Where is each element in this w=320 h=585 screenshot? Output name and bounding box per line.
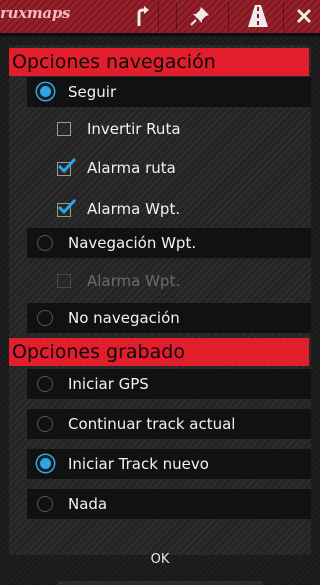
toolbar-divider xyxy=(228,2,229,30)
ok-button[interactable]: OK xyxy=(0,538,320,582)
checkbox-option-alarma-wpt[interactable]: Alarma Wpt. xyxy=(45,194,311,224)
section-header-recording: Opciones grabado xyxy=(9,338,309,366)
option-label: No navegación xyxy=(68,309,180,327)
radio-option-iniciar-track-nuevo[interactable]: Iniciar Track nuevo xyxy=(27,449,311,479)
checkbox-option-alarma-ruta[interactable]: Alarma ruta xyxy=(45,153,311,183)
toolbar-divider xyxy=(176,2,177,30)
radio-button[interactable] xyxy=(37,310,53,326)
road-icon[interactable] xyxy=(242,2,274,30)
radio-option-continuar-track[interactable]: Continuar track actual xyxy=(27,409,311,439)
radio-button[interactable] xyxy=(37,496,53,512)
checkmark-icon xyxy=(57,157,77,174)
toolbar-divider xyxy=(283,2,284,30)
toolbar-divider xyxy=(158,2,159,30)
option-label: Navegación Wpt. xyxy=(68,234,197,252)
radio-button[interactable] xyxy=(37,455,54,472)
radio-option-navegacion-wpt[interactable]: Navegación Wpt. xyxy=(27,228,311,258)
radio-option-no-navegacion[interactable]: No navegación xyxy=(27,303,311,333)
radio-option-iniciar-gps[interactable]: Iniciar GPS xyxy=(27,369,311,399)
option-label: Seguir xyxy=(68,83,117,101)
section-header-navigation: Opciones navegación xyxy=(9,48,309,76)
checkbox xyxy=(57,274,71,288)
radio-button[interactable] xyxy=(37,416,53,432)
option-label: Alarma ruta xyxy=(87,159,176,177)
checkbox-option-invertir-ruta[interactable]: Invertir Ruta xyxy=(45,114,311,144)
radio-option-nada[interactable]: Nada xyxy=(27,489,311,519)
bottom-divider xyxy=(58,581,262,585)
radio-button[interactable] xyxy=(37,376,53,392)
radio-button[interactable] xyxy=(37,235,53,251)
app-logo: ruxmaps xyxy=(0,4,71,22)
radio-button[interactable] xyxy=(37,83,54,100)
radio-option-seguir[interactable]: Seguir xyxy=(27,77,311,107)
app-toolbar: ruxmaps xyxy=(0,0,320,33)
pin-icon[interactable] xyxy=(184,2,216,30)
turn-arrow-icon[interactable] xyxy=(126,2,158,30)
checkbox-option-alarma-wpt-disabled: Alarma Wpt. xyxy=(45,266,311,296)
option-label: Iniciar Track nuevo xyxy=(68,455,209,473)
option-label: Continuar track actual xyxy=(68,415,236,433)
checkbox[interactable] xyxy=(57,122,71,136)
option-label: Nada xyxy=(68,495,108,513)
option-label: Iniciar GPS xyxy=(68,375,149,393)
option-label: Invertir Ruta xyxy=(87,120,181,138)
option-label: Alarma Wpt. xyxy=(87,272,181,290)
option-label: Alarma Wpt. xyxy=(87,200,181,218)
checkmark-icon xyxy=(57,198,77,215)
close-icon[interactable] xyxy=(288,2,320,30)
